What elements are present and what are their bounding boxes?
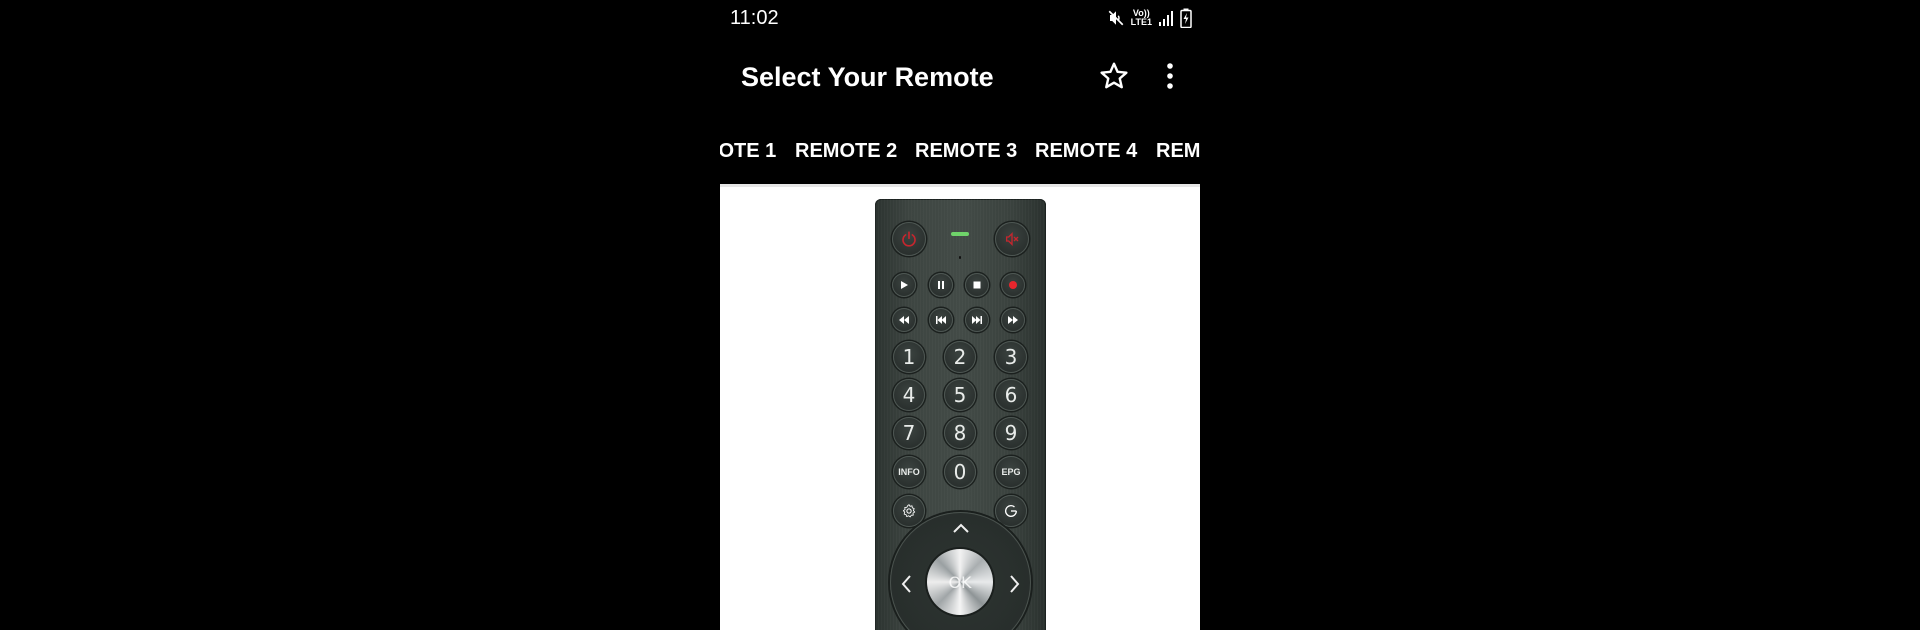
stop-icon [973, 281, 981, 289]
mute-icon [1108, 10, 1123, 26]
mute-button[interactable] [995, 222, 1029, 256]
key-5[interactable]: 5 [944, 379, 976, 411]
phone-screen: 11:02 Vo)) LTE1 Select Your Remote OTE 1… [720, 0, 1200, 630]
key-7[interactable]: 7 [893, 417, 925, 449]
key-4[interactable]: 4 [893, 379, 925, 411]
rewind-icon [899, 316, 909, 324]
skip-next-icon [972, 316, 982, 324]
pause-button[interactable] [929, 273, 953, 297]
tab-remote-5[interactable]: REMOTE 5 [1156, 140, 1200, 163]
key-6[interactable]: 6 [995, 379, 1027, 411]
tab-remote-3[interactable]: REMOTE 3 [915, 140, 1017, 163]
chevron-up-icon[interactable] [952, 522, 970, 534]
ok-button[interactable]: OK [927, 549, 993, 615]
volte-icon: Vo)) LTE1 [1130, 8, 1152, 27]
key-9[interactable]: 9 [995, 417, 1027, 449]
skip-previous-icon [936, 316, 946, 324]
play-icon [901, 281, 908, 289]
gear-icon [902, 504, 916, 518]
settings-button[interactable] [893, 495, 925, 527]
mute-icon [1006, 232, 1019, 246]
google-icon [1005, 504, 1017, 517]
previous-button[interactable] [929, 308, 953, 332]
chevron-right-icon[interactable] [1009, 574, 1021, 594]
info-button[interactable]: INFO [893, 456, 925, 488]
remote-control: 1 2 3 4 5 6 7 8 9 INFO 0 EPG OK [875, 199, 1046, 630]
epg-button[interactable]: EPG [995, 456, 1027, 488]
next-button[interactable] [965, 308, 989, 332]
star-icon[interactable] [1098, 60, 1130, 92]
more-vert-icon[interactable] [1160, 60, 1180, 92]
key-0[interactable]: 0 [944, 456, 976, 488]
signal-icon [1159, 11, 1173, 26]
microphone-hole [959, 256, 961, 259]
remote-tabs: REMOTE 1 REMOTE 2 REMOTE 3 REMOTE 4 REMO… [720, 130, 1200, 176]
power-button[interactable] [892, 222, 926, 256]
key-1[interactable]: 1 [893, 341, 925, 373]
power-icon [902, 231, 916, 247]
fast-forward-button[interactable] [1001, 308, 1025, 332]
fast-forward-icon [1008, 316, 1018, 324]
status-time: 11:02 [730, 7, 779, 29]
dpad: OK [890, 512, 1031, 630]
battery-charging-icon [1180, 8, 1192, 28]
remote-content: 1 2 3 4 5 6 7 8 9 INFO 0 EPG OK [720, 187, 1200, 630]
page-title: Select Your Remote [741, 62, 994, 92]
status-led [951, 232, 969, 236]
tab-remote-1[interactable]: REMOTE 1 [720, 140, 776, 163]
tab-remote-4[interactable]: REMOTE 4 [1035, 140, 1137, 163]
status-bar: 11:02 Vo)) LTE1 [720, 0, 1200, 38]
record-icon [1009, 281, 1017, 289]
google-assistant-button[interactable] [995, 495, 1027, 527]
record-button[interactable] [1001, 273, 1025, 297]
key-8[interactable]: 8 [944, 417, 976, 449]
pause-icon [938, 281, 944, 289]
chevron-left-icon[interactable] [900, 574, 912, 594]
key-2[interactable]: 2 [944, 341, 976, 373]
rewind-button[interactable] [892, 308, 916, 332]
tab-remote-2[interactable]: REMOTE 2 [795, 140, 897, 163]
play-button[interactable] [892, 273, 916, 297]
status-icons: Vo)) LTE1 [1107, 8, 1192, 28]
app-bar: Select Your Remote [720, 38, 1200, 118]
stop-button[interactable] [965, 273, 989, 297]
key-3[interactable]: 3 [995, 341, 1027, 373]
